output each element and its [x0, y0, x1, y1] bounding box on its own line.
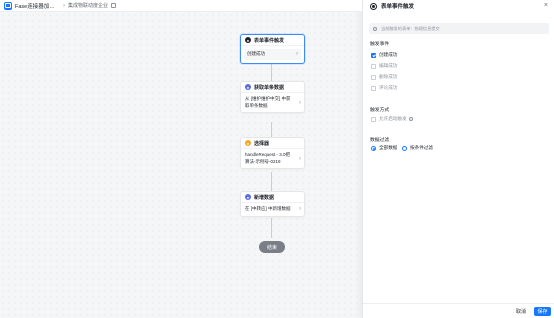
option-label: 编辑成功	[379, 63, 398, 68]
save-button[interactable]: 保存	[534, 307, 551, 316]
checkbox[interactable]	[371, 63, 376, 69]
connector-line	[271, 172, 272, 191]
node-header: ● 选择器	[241, 138, 304, 149]
option-label: 全部数据	[379, 145, 398, 150]
panel-header: 表单事件触发	[363, 0, 554, 12]
trigger-option-create[interactable]: 创建成功	[371, 52, 397, 58]
option-label: 创建成功	[379, 52, 398, 57]
info-bar: 当前触发的表单：物理信息提交	[369, 23, 549, 34]
edit-icon[interactable]	[111, 3, 117, 8]
app-title[interactable]: Fase连接器加密事...	[15, 2, 59, 10]
chevron-right-icon: ›	[63, 2, 65, 9]
app-logo-icon	[4, 1, 12, 10]
trigger-section-label: 触发事件	[370, 42, 390, 47]
cancel-button[interactable]: 取消	[513, 307, 529, 316]
flow-canvas[interactable]	[0, 12, 362, 318]
radio-button[interactable]	[402, 145, 407, 151]
flow-node-selector[interactable]: ● 选择器 handleRequest - 3.0把算法-示例号-0219 ›	[240, 137, 305, 169]
node-body-text: 从 [维护维护中交] 中获取单条数据	[245, 96, 291, 108]
top-bar: Fase连接器加密事... › 集成物联动度企业	[0, 0, 362, 12]
trigger-option-edit[interactable]: 编辑成功	[371, 63, 397, 69]
mode-section-label: 触发方式	[370, 108, 390, 113]
node-title: 获取单条数据	[254, 84, 285, 91]
node-title: 表单事件触发	[254, 37, 285, 44]
option-label: 评论成功	[379, 85, 398, 90]
node-body[interactable]: 在 [中转应] 中新增数据 ›	[241, 203, 304, 216]
filter-option-condition[interactable]: 按条件过滤	[402, 145, 433, 151]
node-body-text: 创建成功	[247, 51, 265, 56]
plus-data-icon: ●	[245, 194, 251, 200]
node-body[interactable]: 从 [维护维护中交] 中获取单条数据 ›	[241, 93, 304, 112]
chevron-right-icon: ›	[299, 155, 301, 162]
option-label: 按条件过滤	[410, 145, 433, 150]
node-body[interactable]: 创建成功 ›	[244, 49, 301, 60]
node-header: ● 新增数据	[241, 192, 304, 203]
panel-title: 表单事件触发	[381, 4, 415, 10]
node-header: ● 表单事件触发	[241, 35, 304, 46]
panel-footer: 取消 保存	[363, 303, 554, 318]
end-node[interactable]: 结束	[259, 241, 285, 253]
breadcrumb[interactable]: 集成物联动度企业	[68, 2, 108, 9]
checkbox[interactable]	[371, 52, 376, 58]
chevron-right-icon: ›	[299, 206, 301, 212]
info-text: 当前触发的表单：物理信息提交	[381, 25, 440, 31]
node-body-text: handleRequest - 3.0把算法-示例号-0219	[245, 152, 291, 164]
checkbox[interactable]	[371, 85, 376, 91]
flow-node-trigger[interactable]: ● 表单事件触发 创建成功 ›	[240, 34, 305, 64]
option-label: 删除成功	[379, 74, 398, 79]
mode-option[interactable]: 允许启动触发	[371, 116, 413, 122]
node-body-text: 在 [中转应] 中新增数据	[245, 206, 291, 211]
info-icon	[373, 26, 377, 31]
trigger-option-comment[interactable]: 评论成功	[371, 85, 397, 91]
bell-icon	[370, 2, 377, 10]
option-label: 允许启动触发	[379, 116, 407, 121]
node-title: 选择器	[254, 140, 270, 147]
bell-icon: ●	[245, 37, 251, 43]
node-body[interactable]: handleRequest - 3.0把算法-示例号-0219 ›	[241, 149, 304, 168]
flow-node-add-record[interactable]: ● 新增数据 在 [中转应] 中新增数据 ›	[240, 191, 305, 217]
radio-button[interactable]	[371, 145, 376, 151]
flow-node-get-record[interactable]: ● 获取单条数据 从 [维护维护中交] 中获取单条数据 ›	[240, 81, 305, 113]
filter-section-label: 数据过滤	[370, 138, 390, 143]
data-icon: ●	[245, 84, 251, 90]
node-config-panel: 表单事件触发 × 当前触发的表单：物理信息提交 触发事件 创建成功 编辑成功 删…	[362, 0, 554, 318]
filter-option-all[interactable]: 全部数据	[371, 145, 397, 151]
branch-icon: ●	[245, 140, 251, 146]
node-header: ● 获取单条数据	[241, 82, 304, 93]
checkbox[interactable]	[371, 116, 376, 122]
close-icon[interactable]: ×	[544, 2, 548, 10]
connector-line	[271, 218, 272, 238]
chevron-right-icon: ›	[299, 99, 301, 106]
trigger-option-delete[interactable]: 删除成功	[371, 74, 397, 80]
checkbox[interactable]	[371, 74, 376, 80]
node-title: 新增数据	[254, 194, 275, 201]
help-icon[interactable]	[408, 117, 413, 121]
chevron-right-icon: ›	[296, 51, 298, 57]
